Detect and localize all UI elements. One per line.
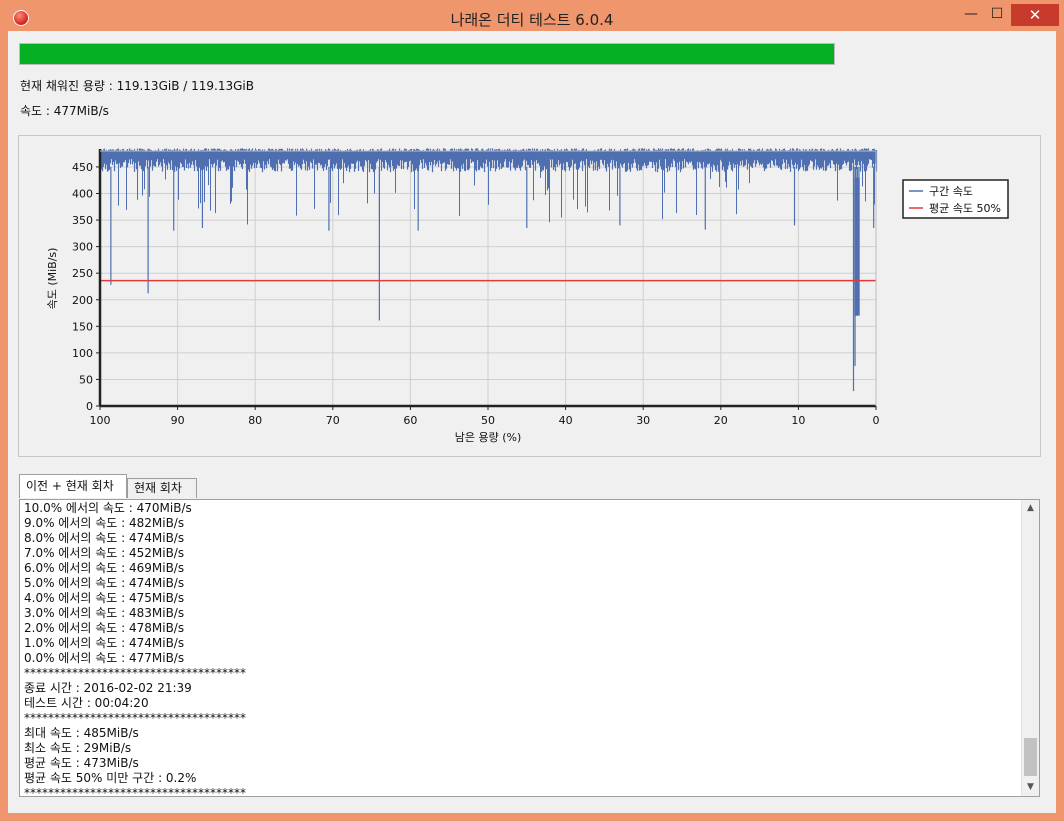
scroll-down-icon[interactable]: ▼ bbox=[1022, 779, 1039, 796]
x-tick-label: 100 bbox=[90, 414, 111, 427]
y-tick-label: 400 bbox=[72, 188, 93, 201]
x-tick-label: 30 bbox=[636, 414, 650, 427]
log-line: 테스트 시간 : 00:04:20 bbox=[24, 696, 149, 710]
fill-progress-bar bbox=[19, 43, 835, 65]
y-tick-label: 50 bbox=[79, 373, 93, 386]
log-line: 0.0% 에서의 속도 : 477MiB/s bbox=[24, 651, 185, 665]
x-tick-label: 80 bbox=[248, 414, 262, 427]
log-line: 10.0% 에서의 속도 : 470MiB/s bbox=[24, 501, 192, 515]
log-line: 최대 속도 : 485MiB/s bbox=[24, 726, 139, 740]
x-tick-label: 10 bbox=[791, 414, 805, 427]
log-line: 4.0% 에서의 속도 : 475MiB/s bbox=[24, 591, 185, 605]
main-panel: 현재 채워진 용량 : 119.13GiB / 119.13GiB 속도 : 4… bbox=[8, 31, 1056, 813]
maximize-button[interactable]: ☐ bbox=[983, 4, 1011, 24]
x-tick-label: 50 bbox=[481, 414, 495, 427]
x-tick-label: 40 bbox=[559, 414, 573, 427]
log-textbox[interactable]: 10.0% 에서의 속도 : 470MiB/s 9.0% 에서의 속도 : 482… bbox=[19, 499, 1040, 797]
log-line: 3.0% 에서의 속도 : 483MiB/s bbox=[24, 606, 185, 620]
tab-previous-and-current[interactable]: 이전 + 현재 회차 bbox=[19, 474, 127, 498]
minimize-button[interactable]: — bbox=[957, 4, 985, 24]
speed-chart: 0 50 100 150 200 250 300 350 400 450 100 90 80 70 60 50… bbox=[18, 135, 1041, 457]
log-line: ************************************* bbox=[24, 786, 246, 797]
log-line: 종료 시간 : 2016-02-02 21:39 bbox=[24, 681, 192, 695]
log-line: 최소 속도 : 29MiB/s bbox=[24, 741, 132, 755]
y-tick-label: 0 bbox=[86, 400, 93, 413]
log-scrollbar[interactable]: ▲ ▼ bbox=[1021, 500, 1039, 796]
legend-label: 평균 속도 50% bbox=[929, 202, 1001, 215]
legend-label: 구간 속도 bbox=[929, 185, 973, 198]
log-line: 평균 속도 50% 미만 구간 : 0.2% bbox=[24, 771, 197, 785]
speed-label: 속도 : 477MiB/s bbox=[20, 104, 109, 118]
tab-current[interactable]: 현재 회차 bbox=[127, 478, 197, 498]
log-line: 6.0% 에서의 속도 : 469MiB/s bbox=[24, 561, 185, 575]
log-line: 평균 속도 : 473MiB/s bbox=[24, 756, 139, 770]
x-axis-label: 남은 용량 (%) bbox=[455, 431, 522, 444]
log-line: 8.0% 에서의 속도 : 474MiB/s bbox=[24, 531, 185, 545]
x-tick-label: 0 bbox=[873, 414, 880, 427]
app-window: 나래온 더티 테스트 6.0.4 — ☐ ✕ 현재 채워진 용량 : 119.1… bbox=[0, 0, 1064, 821]
y-tick-label: 350 bbox=[72, 214, 93, 227]
y-tick-label: 150 bbox=[72, 320, 93, 333]
y-tick-label: 250 bbox=[72, 267, 93, 280]
y-axis-label: 속도 (MiB/s) bbox=[46, 248, 59, 310]
filled-capacity-label: 현재 채워진 용량 : 119.13GiB / 119.13GiB bbox=[20, 79, 254, 93]
log-line: 7.0% 에서의 속도 : 452MiB/s bbox=[24, 546, 185, 560]
y-tick-label: 200 bbox=[72, 294, 93, 307]
x-tick-label: 90 bbox=[171, 414, 185, 427]
speed-chart-svg: 050100150200250300350400450100 90 80 70 60 50… bbox=[46, 148, 1009, 444]
y-tick-label: 100 bbox=[72, 347, 93, 360]
window-title: 나래온 더티 테스트 6.0.4 bbox=[450, 11, 614, 29]
progress-fill bbox=[20, 44, 834, 64]
log-line: 1.0% 에서의 속도 : 474MiB/s bbox=[24, 636, 185, 650]
chart-legend: 구간 속도평균 속도 50% bbox=[902, 179, 1009, 219]
x-tick-label: 60 bbox=[403, 414, 417, 427]
series-dip-cluster bbox=[854, 177, 860, 316]
log-line: 5.0% 에서의 속도 : 474MiB/s bbox=[24, 576, 185, 590]
scroll-thumb[interactable] bbox=[1024, 738, 1037, 776]
x-tick-label: 70 bbox=[326, 414, 340, 427]
close-button[interactable]: ✕ bbox=[1011, 4, 1059, 26]
x-tick-label: 20 bbox=[714, 414, 728, 427]
y-tick-label: 450 bbox=[72, 161, 93, 174]
scroll-up-icon[interactable]: ▲ bbox=[1022, 500, 1039, 517]
log-line: 2.0% 에서의 속도 : 478MiB/s bbox=[24, 621, 185, 635]
log-lines: 10.0% 에서의 속도 : 470MiB/s 9.0% 에서의 속도 : 482… bbox=[24, 501, 246, 797]
log-line: ************************************* bbox=[24, 711, 246, 725]
y-tick-label: 300 bbox=[72, 241, 93, 254]
log-line: ************************************* bbox=[24, 666, 246, 680]
log-line: 9.0% 에서의 속도 : 482MiB/s bbox=[24, 516, 185, 530]
